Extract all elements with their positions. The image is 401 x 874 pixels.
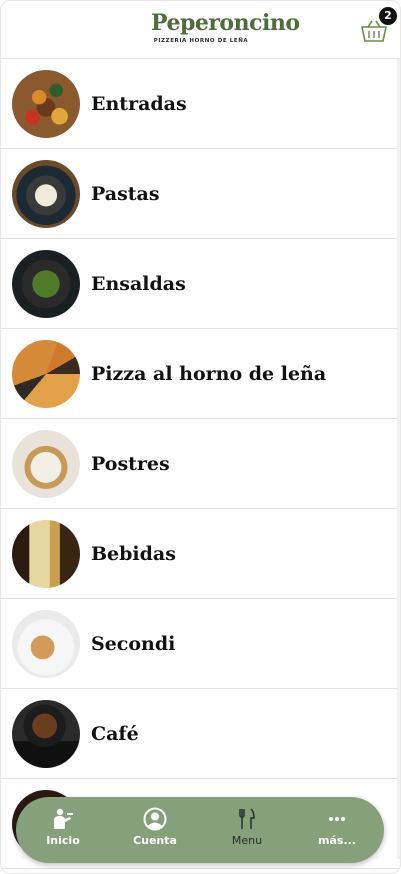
- category-image: [12, 70, 80, 138]
- category-row-secondi[interactable]: Secondi: [1, 599, 400, 689]
- category-row-bebidas[interactable]: Bebidas: [1, 509, 400, 599]
- nav-cuenta[interactable]: Cuenta: [120, 807, 190, 853]
- category-label: Café: [91, 723, 139, 745]
- cutlery-icon: [239, 808, 255, 829]
- nav-inicio[interactable]: Inicio: [28, 807, 98, 853]
- cart-button[interactable]: 2: [360, 7, 397, 47]
- category-label: Pizza al horno de leña: [91, 363, 327, 385]
- nav-menu[interactable]: Menu: [212, 807, 282, 853]
- category-label: Bebidas: [91, 543, 176, 565]
- category-row-postres[interactable]: Postres: [1, 419, 400, 509]
- brand-logo[interactable]: Peperoncino PIZZERIA HORNO DE LEÑA: [151, 9, 300, 51]
- category-image: [12, 340, 80, 408]
- category-image: [12, 700, 80, 768]
- nav-label: Cuenta: [133, 834, 177, 847]
- nav-label: Inicio: [46, 834, 80, 847]
- category-label: Ensaldas: [91, 273, 186, 295]
- scrollbar[interactable]: [397, 59, 400, 859]
- category-image: [12, 520, 80, 588]
- logo-subtitle: PIZZERIA HORNO DE LEÑA: [153, 38, 249, 44]
- category-label: Postres: [91, 453, 170, 475]
- category-image: [12, 430, 80, 498]
- bottom-navigation: Inicio Cuenta Menu más...: [16, 797, 384, 863]
- user-icon: [143, 807, 167, 831]
- category-label: Secondi: [91, 633, 176, 655]
- category-image: [12, 250, 80, 318]
- nav-label: más...: [318, 834, 356, 847]
- category-label: Pastas: [91, 183, 160, 205]
- category-image: [12, 610, 80, 678]
- category-image: [12, 160, 80, 228]
- nav-label: Menu: [231, 834, 263, 847]
- waiter-icon: [54, 808, 73, 829]
- category-row-pizza[interactable]: Pizza al horno de leña: [1, 329, 400, 419]
- category-row-ensaldas[interactable]: Ensaldas: [1, 239, 400, 329]
- category-row-pastas[interactable]: Pastas: [1, 149, 400, 239]
- header: Peperoncino PIZZERIA HORNO DE LEÑA 2: [1, 1, 400, 59]
- category-list: Entradas Pastas Ensaldas Pizza al horno …: [1, 59, 400, 869]
- category-row-cafe[interactable]: Café: [1, 689, 400, 779]
- more-icon: [329, 817, 345, 821]
- category-row-entradas[interactable]: Entradas: [1, 59, 400, 149]
- app-frame: Peperoncino PIZZERIA HORNO DE LEÑA 2 Ent…: [0, 0, 401, 874]
- logo-title: Peperoncino: [151, 10, 300, 36]
- cart-count-badge: 2: [379, 7, 397, 25]
- category-label: Entradas: [91, 93, 187, 115]
- nav-mas[interactable]: más...: [302, 807, 372, 853]
